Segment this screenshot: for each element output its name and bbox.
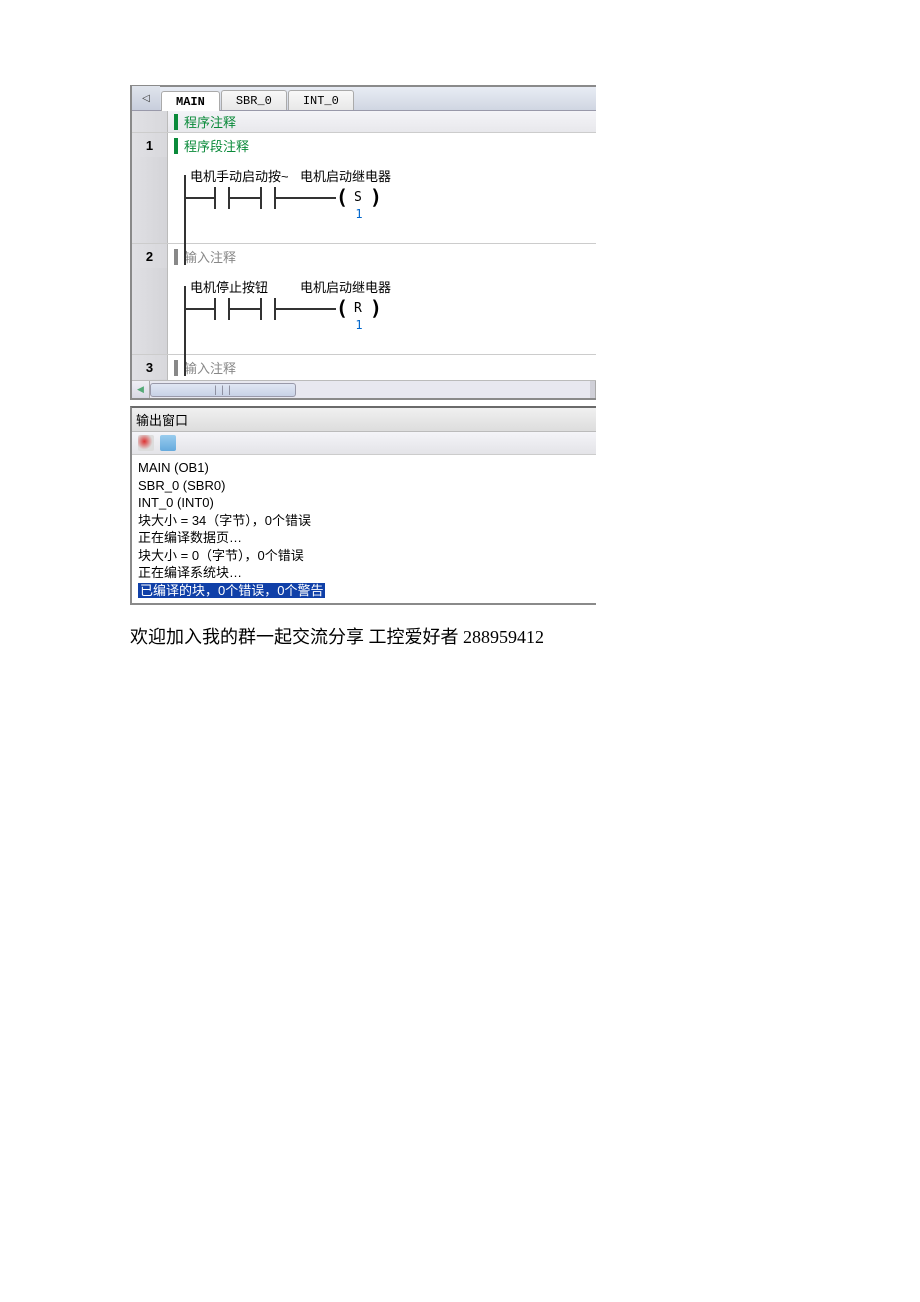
caption-text: 欢迎加入我的群一起交流分享 工控爱好者 288959412 xyxy=(130,623,920,649)
wire xyxy=(230,308,260,310)
tab-sbr0[interactable]: SBR_0 xyxy=(221,90,287,110)
output-window-title: 输出窗口 xyxy=(132,408,596,432)
contact-no[interactable] xyxy=(214,298,230,320)
network-comment[interactable]: 输入注释 xyxy=(184,358,236,377)
wire xyxy=(276,197,336,199)
output-label: 电机启动继电器 xyxy=(300,166,420,185)
output-line: 块大小 = 34（字节），0个错误 xyxy=(138,512,590,530)
scroll-track[interactable]: ⎪⎪⎪ xyxy=(150,381,590,398)
left-power-rail xyxy=(184,175,186,265)
output-highlight-line: 已编译的块，0个错误，0个警告 xyxy=(138,583,325,598)
comment-bar-icon xyxy=(174,360,178,376)
contact-label: 电机停止按钮 xyxy=(190,277,300,296)
program-comment-text[interactable]: 程序注释 xyxy=(184,112,236,131)
output-line: SBR_0 (SBR0) xyxy=(138,477,590,495)
coil-reset[interactable]: ( R ) 1 xyxy=(336,296,382,320)
tab-int0[interactable]: INT_0 xyxy=(288,90,354,110)
tab-main[interactable]: MAIN xyxy=(161,91,220,111)
network-number[interactable]: 2 xyxy=(132,244,168,268)
output-line: MAIN (OB1) xyxy=(138,459,590,477)
network-1: 1 程序段注释 电机手动启动按~ 电机启动继电器 xyxy=(132,133,596,244)
comment-bar-icon xyxy=(174,138,178,154)
contact-no[interactable] xyxy=(214,187,230,209)
paren-right-icon: ) xyxy=(370,185,382,209)
contact-no[interactable] xyxy=(260,298,276,320)
paren-right-icon: ) xyxy=(370,296,382,320)
network-3: 3 输入注释 xyxy=(132,355,596,380)
wire xyxy=(276,308,336,310)
gutter-empty xyxy=(132,111,168,132)
comment-bar-icon xyxy=(174,249,178,265)
paren-left-icon: ( xyxy=(336,185,348,209)
wire xyxy=(230,197,260,199)
left-power-rail xyxy=(184,286,186,376)
clear-output-icon[interactable] xyxy=(138,435,154,451)
output-text[interactable]: MAIN (OB1) SBR_0 (SBR0) INT_0 (INT0) 块大小… xyxy=(132,455,596,603)
coil-set[interactable]: ( S ) 1 xyxy=(336,185,382,209)
output-line: 正在编译系统块… xyxy=(138,564,590,582)
ladder-rung-2[interactable]: 电机停止按钮 电机启动继电器 ( R ) xyxy=(168,269,596,354)
tab-scroll-left[interactable] xyxy=(132,86,160,110)
network-2: 2 输入注释 电机停止按钮 电机启动继电器 xyxy=(132,244,596,355)
output-line: 正在编译数据页… xyxy=(138,529,590,547)
scroll-left-button[interactable] xyxy=(132,381,150,398)
scroll-thumb[interactable]: ⎪⎪⎪ xyxy=(150,383,296,397)
network-comment[interactable]: 程序段注释 xyxy=(184,136,249,155)
output-label: 电机启动继电器 xyxy=(300,277,420,296)
wire xyxy=(184,197,214,199)
output-line: 块大小 = 0（字节），0个错误 xyxy=(138,547,590,565)
output-line: INT_0 (INT0) xyxy=(138,494,590,512)
ladder-editor-panel: MAIN SBR_0 INT_0 程序注释 1 程序段注释 xyxy=(130,85,596,400)
contact-label: 电机手动启动按~ xyxy=(190,166,300,185)
tab-bar: MAIN SBR_0 INT_0 xyxy=(132,87,596,111)
horizontal-scrollbar[interactable]: ⎪⎪⎪ xyxy=(132,380,596,398)
ladder-rung-1[interactable]: 电机手动启动按~ 电机启动继电器 ( S ) xyxy=(168,158,596,243)
output-window: 输出窗口 MAIN (OB1) SBR_0 (SBR0) INT_0 (INT0… xyxy=(130,406,596,605)
paren-left-icon: ( xyxy=(336,296,348,320)
program-comment-row: 程序注释 xyxy=(132,111,596,133)
wire xyxy=(184,308,214,310)
contact-no[interactable] xyxy=(260,187,276,209)
copy-output-icon[interactable] xyxy=(160,435,176,451)
splitter[interactable] xyxy=(590,381,596,398)
comment-bar-icon xyxy=(174,114,178,130)
network-number[interactable]: 1 xyxy=(132,133,168,157)
plc-editor-window: MAIN SBR_0 INT_0 程序注释 1 程序段注释 xyxy=(130,85,596,605)
network-comment[interactable]: 输入注释 xyxy=(184,247,236,266)
network-number[interactable]: 3 xyxy=(132,355,168,379)
output-toolbar xyxy=(132,432,596,455)
